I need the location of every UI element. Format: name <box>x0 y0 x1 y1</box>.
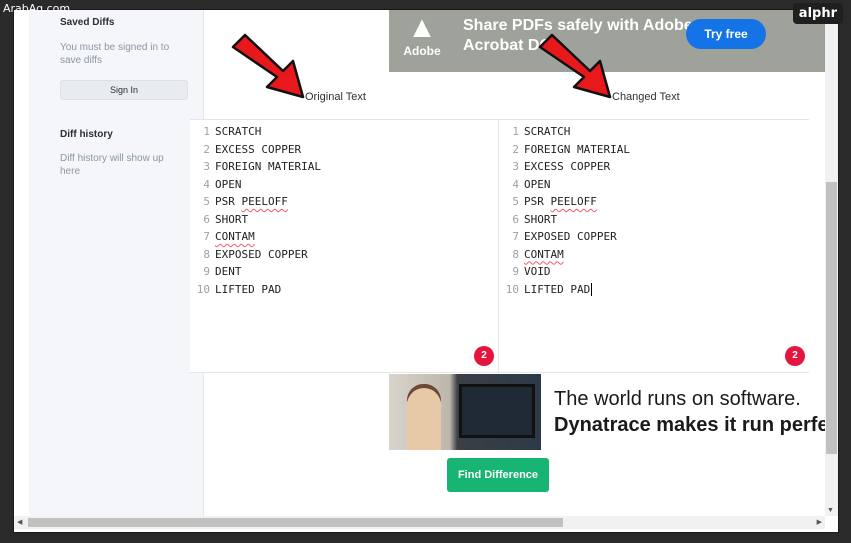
editor-line: 4 OPEN <box>203 177 242 191</box>
find-difference-button[interactable]: Find Difference <box>447 458 549 492</box>
saved-diffs-note: You must be signed in to save diffs <box>60 42 170 66</box>
editor-line: 6 SHORT <box>203 212 249 226</box>
editor-line: 9 DENT <box>203 265 242 278</box>
browser-viewport: Saved Diffs You must be signed in to sav… <box>13 9 839 533</box>
editor-line: 10 LIFTED PAD <box>505 282 593 296</box>
horizontal-scroll-thumb[interactable] <box>28 518 563 527</box>
diff-history-note: Diff history will show up here <box>60 153 164 177</box>
vertical-scrollbar[interactable]: ▼ <box>825 10 838 516</box>
editor-line: 3 EXCESS COPPER <box>512 160 611 173</box>
red-arrow-icon-left <box>231 33 305 99</box>
scroll-right-arrow-icon[interactable]: ▶ <box>817 518 822 526</box>
diff-history-heading: Diff history <box>60 129 113 140</box>
original-text-label: Original Text <box>305 91 366 103</box>
scroll-down-arrow-icon[interactable]: ▼ <box>827 507 834 514</box>
spellcheck-underline: PEELOFF <box>550 195 597 208</box>
editor-line: 2 EXCESS COPPER <box>203 142 302 156</box>
vertical-scroll-thumb[interactable] <box>826 182 837 454</box>
red-arrow-icon-right <box>538 33 612 99</box>
editor-line: 7 CONTAM <box>203 230 255 243</box>
sidebar: Saved Diffs You must be signed in to sav… <box>29 10 204 516</box>
original-diff-count-badge: 2 <box>474 346 494 366</box>
scroll-left-arrow-icon[interactable]: ◀ <box>17 518 22 526</box>
ad-photo <box>389 374 541 450</box>
editor-line: 8 CONTAM <box>512 247 564 261</box>
page-left-margin <box>14 10 29 516</box>
horizontal-scrollbar[interactable]: ◀ ▶ <box>14 516 825 529</box>
spellcheck-underline: CONTAM <box>524 247 564 261</box>
editor-line: 1 SCRATCH <box>512 125 571 138</box>
changed-diff-count-badge: 2 <box>785 346 805 366</box>
ad-subheadline: Dynatrace makes it run perfe <box>554 414 825 436</box>
editor-line: 2 FOREIGN MATERIAL <box>512 142 630 156</box>
editor-line: 5 PSR PEELOFF <box>512 195 597 208</box>
ad-photo-person <box>407 388 441 450</box>
editor-line: 8 EXPOSED COPPER <box>203 247 308 261</box>
editor-line: 6 SHORT <box>512 212 558 226</box>
text-cursor <box>591 283 593 296</box>
adobe-logo-icon: ▲ Adobe <box>403 12 441 62</box>
editor-line: 5 PSR PEELOFF <box>203 195 288 208</box>
ad-headline: The world runs on software. <box>554 388 801 410</box>
ad-photo-monitor <box>459 384 535 438</box>
watermark: ArabAq.com <box>3 2 71 15</box>
changed-text-editor[interactable]: 1 SCRATCH 2 FOREIGN MATERIAL 3 EXCESS COPPE… <box>499 119 809 373</box>
spellcheck-underline: PEELOFF <box>241 195 288 208</box>
saved-diffs-heading: Saved Diffs <box>60 17 115 28</box>
brand-logo: alphr <box>792 3 843 24</box>
editor-line: 10 LIFTED PAD <box>196 282 282 296</box>
editor-line: 4 OPEN <box>512 177 551 191</box>
adobe-a-icon: ▲ <box>407 11 437 44</box>
editor-line: 3 FOREIGN MATERIAL <box>203 160 321 173</box>
editor-line: 9 VOID <box>512 265 551 278</box>
dynatrace-ad-banner[interactable]: The world runs on software. Dynatrace ma… <box>389 374 825 450</box>
try-free-button[interactable]: Try free <box>686 19 766 49</box>
original-text-editor[interactable]: 1 SCRATCH 2 EXCESS COPPER 3 FOREIGN MATERIA… <box>190 119 499 373</box>
editor-line: 7 EXPOSED COPPER <box>512 230 617 243</box>
adobe-logo-word: Adobe <box>403 44 441 58</box>
editor-line: 1 SCRATCH <box>203 125 262 138</box>
changed-text-label: Changed Text <box>612 91 680 103</box>
spellcheck-underline: CONTAM <box>215 230 255 243</box>
sign-in-button[interactable]: Sign In <box>60 80 188 100</box>
